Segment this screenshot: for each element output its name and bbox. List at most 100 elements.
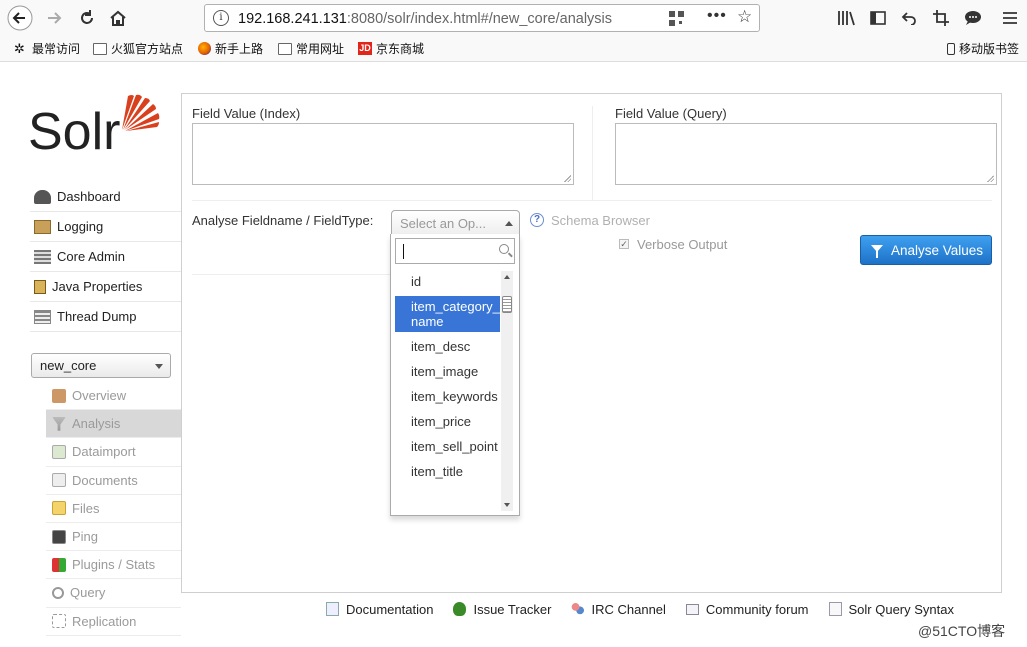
menu-icon[interactable] — [1000, 8, 1020, 28]
menu-item-logging[interactable]: Logging — [30, 212, 181, 242]
footer-link-label: Issue Tracker — [473, 601, 552, 617]
submenu-item-label: Query — [70, 585, 106, 601]
menu-item-dashboard[interactable]: Dashboard — [30, 182, 181, 212]
funnel-icon — [871, 244, 883, 258]
dropdown-search-input[interactable] — [395, 238, 515, 264]
verbose-output-checkbox[interactable]: ✓ — [619, 239, 629, 249]
query-value-textarea[interactable] — [615, 123, 997, 185]
dropdown-option[interactable]: item_sell_point — [395, 436, 500, 457]
dropdown-option[interactable]: item_image — [395, 361, 500, 382]
home-icon[interactable] — [104, 5, 132, 31]
dropdown-option[interactable]: item_price — [395, 411, 500, 432]
reload-icon[interactable] — [73, 5, 101, 31]
crop-icon[interactable] — [931, 8, 951, 28]
index-field-label: Field Value (Index) — [192, 106, 301, 121]
documents-icon — [52, 473, 66, 488]
solr-logo[interactable]: Solr — [28, 90, 168, 162]
footer-link-label: IRC Channel — [591, 601, 666, 617]
bug-icon — [453, 602, 467, 616]
footer-link-issue-tracker[interactable]: Issue Tracker — [453, 602, 551, 617]
footer-link-documentation[interactable]: Documentation — [326, 602, 433, 617]
footer-link-label: Solr Query Syntax — [848, 601, 955, 617]
info-icon[interactable]: i — [213, 10, 229, 26]
chat-icon[interactable] — [963, 8, 983, 28]
bookmark-jd[interactable]: JD 京东商城 — [358, 40, 424, 57]
undo-icon[interactable] — [899, 8, 919, 28]
submenu-item-query[interactable]: Query — [46, 579, 181, 608]
submenu-item-overview[interactable]: Overview — [46, 382, 181, 411]
bookmark-common-sites[interactable]: 常用网址 — [278, 40, 344, 57]
menu-item-label: Logging — [57, 219, 104, 234]
url-bar[interactable]: i 192.168.241.131:8080/solr/index.html#/… — [204, 4, 760, 32]
logo-text: Solr — [28, 103, 121, 161]
submenu-item-documents[interactable]: Documents — [46, 467, 181, 495]
submenu-item-plugins-stats[interactable]: Plugins / Stats — [46, 551, 181, 580]
help-icon[interactable]: ? — [530, 213, 544, 227]
submenu-item-label: Analysis — [72, 416, 121, 432]
submenu-item-label: Files — [72, 500, 100, 516]
mobile-icon — [947, 42, 955, 55]
bookmark-star-icon[interactable]: ☆ — [737, 7, 752, 27]
menu-item-java-properties[interactable]: Java Properties — [30, 272, 181, 302]
menu-item-label: Core Admin — [57, 249, 125, 264]
submenu-item-label: Documents — [72, 472, 138, 488]
solr-sunburst-icon — [122, 94, 160, 131]
sidebar-icon[interactable] — [868, 8, 888, 28]
url-text[interactable]: 192.168.241.131:8080/solr/index.html#/ne… — [238, 11, 612, 27]
dropdown-option-highlighted[interactable]: item_category_name — [395, 296, 500, 332]
dropdown-scrollbar[interactable] — [501, 271, 513, 511]
divider — [592, 106, 593, 200]
forward-icon[interactable] — [40, 5, 68, 31]
menu-item-label: Thread Dump — [57, 309, 137, 324]
browser-toolbar: i 192.168.241.131:8080/solr/index.html#/… — [0, 0, 1027, 36]
bookmark-most-visited[interactable]: ✲ 最常访问 — [14, 40, 80, 57]
bookmark-getting-started[interactable]: 新手上路 — [198, 40, 263, 57]
submenu-item-files[interactable]: Files — [46, 495, 181, 523]
footer-link-solr-query-syntax[interactable]: Solr Query Syntax — [828, 601, 955, 617]
submenu-item-analysis[interactable]: Analysis — [46, 410, 181, 439]
bookmark-label: 新手上路 — [215, 42, 264, 56]
folder-icon — [93, 42, 107, 55]
schema-browser-link[interactable]: Schema Browser — [551, 213, 650, 228]
index-value-textarea[interactable] — [192, 123, 574, 185]
fieldtype-select-placeholder: Select an Op... — [400, 216, 486, 231]
url-host: 192.168.241.131 — [238, 11, 347, 27]
qr-code-icon[interactable] — [669, 11, 684, 26]
analyse-values-button[interactable]: Analyse Values — [860, 235, 992, 265]
scroll-down-icon[interactable] — [504, 503, 510, 507]
bookmark-label: 常用网址 — [296, 42, 345, 56]
dropdown-option[interactable]: item_desc — [395, 336, 500, 357]
dropdown-option[interactable]: id — [395, 271, 500, 292]
back-icon[interactable] — [6, 5, 34, 31]
scroll-up-icon[interactable] — [504, 275, 510, 279]
menu-item-core-admin[interactable]: Core Admin — [30, 242, 181, 272]
submenu-item-label: Plugins / Stats — [72, 557, 156, 573]
footer-link-community-forum[interactable]: Community forum — [685, 602, 809, 617]
url-path: :8080/solr/index.html#/new_core/analysis — [346, 11, 613, 27]
bookmark-firefox-site[interactable]: 火狐官方站点 — [93, 40, 183, 57]
replication-icon — [52, 614, 66, 629]
mobile-bookmarks[interactable]: 移动版书签 — [947, 40, 1019, 57]
ping-icon — [52, 529, 66, 544]
house-icon — [52, 388, 66, 403]
submenu-item-label: Replication — [72, 613, 137, 629]
dropdown-option[interactable]: item_keywords — [395, 386, 500, 407]
submenu-item-dataimport[interactable]: Dataimport — [46, 438, 181, 467]
mail-icon — [685, 603, 699, 615]
bookmark-label: 火狐官方站点 — [111, 42, 184, 56]
footer-link-irc-channel[interactable]: IRC Channel — [571, 601, 666, 617]
scrollbar-thumb[interactable] — [502, 296, 512, 313]
submenu-item-replication[interactable]: Replication — [46, 608, 181, 636]
core-selector[interactable]: new_core — [31, 353, 171, 378]
fieldtype-select[interactable]: Select an Op... — [391, 210, 520, 236]
thread-dump-icon — [34, 309, 51, 324]
dropdown-option[interactable]: item_title — [395, 461, 500, 482]
page-actions-icon[interactable]: ••• — [707, 7, 727, 25]
library-icon[interactable] — [836, 8, 856, 28]
menu-item-thread-dump[interactable]: Thread Dump — [30, 302, 181, 332]
submenu-item-ping[interactable]: Ping — [46, 523, 181, 552]
verbose-output-label[interactable]: Verbose Output — [637, 237, 727, 252]
menu-item-label: Dashboard — [57, 189, 121, 204]
funnel-icon — [52, 416, 66, 431]
jd-icon: JD — [358, 42, 372, 55]
